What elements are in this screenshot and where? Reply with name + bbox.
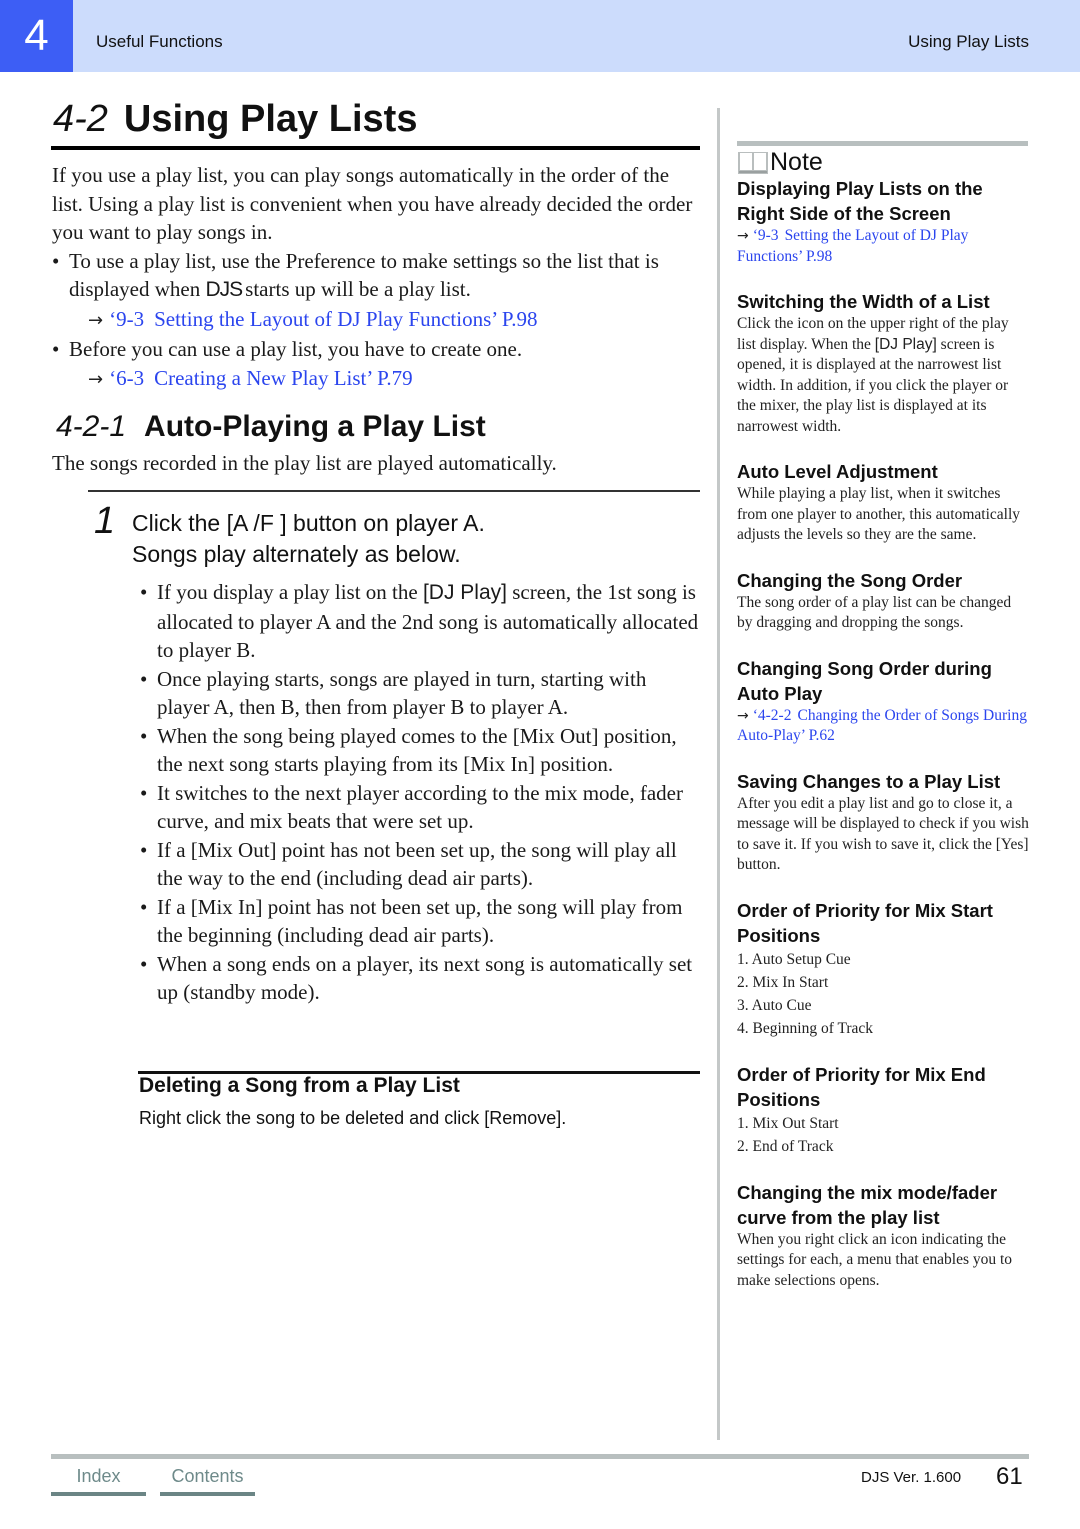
step-instruction: Click the [A /F ] button on player A. So… — [132, 508, 485, 570]
list-item: 1. Auto Setup Cue — [737, 950, 851, 968]
intro-bullet: Before you can use a play list, you have… — [52, 335, 702, 364]
open-book-icon — [738, 152, 768, 174]
list-item: If a [Mix Out] point has not been set up… — [140, 836, 702, 893]
note-heading: Displaying Play Lists on the Right Side … — [737, 178, 983, 224]
step-line: Songs play alternately as below. — [132, 541, 461, 567]
step-number: 1 — [94, 500, 116, 542]
list-item: Once playing starts, songs are played in… — [140, 665, 702, 722]
header-section-right: Using Play Lists — [908, 32, 1029, 51]
index-link[interactable]: Index — [51, 1466, 146, 1487]
note-section: Changing the mix mode/fader curve from t… — [737, 1180, 1029, 1292]
note-heading: Order of Priority for Mix Start Position… — [737, 899, 993, 946]
list-item: When a song ends on a player, its next s… — [140, 950, 702, 1007]
list-item: When the song being played comes to the … — [140, 722, 702, 779]
note-body: Click the icon on the upper right of the… — [737, 314, 1029, 437]
note-label: Note — [770, 148, 823, 176]
page-title-number: 4-2 — [53, 98, 108, 140]
subsection-description: The songs recorded in the play list are … — [52, 451, 557, 475]
ui-label: [DJ Play] — [422, 581, 507, 604]
note-section: Order of Priority for Mix Start Position… — [737, 898, 1029, 1040]
contents-tab-underline — [160, 1492, 255, 1496]
xref-text: Creating a New Play List’ P.79 — [154, 365, 413, 390]
arrow-right-icon: → — [88, 309, 104, 331]
list-item: It switches to the next player according… — [140, 779, 702, 836]
note-section: Saving Changes to a Play List After you … — [737, 769, 1029, 876]
note-section: Displaying Play Lists on the Right Side … — [737, 176, 1029, 267]
page-title: 4-2 Using Play Lists — [53, 98, 417, 141]
xref-text: Setting the Layout of DJ Play Functions’… — [154, 306, 538, 331]
note-heading: Saving Changes to a Play List — [737, 770, 1001, 792]
delete-section-title: Deleting a Song from a Play List — [139, 1074, 460, 1097]
note-section: Auto Level Adjustment While playing a pl… — [737, 459, 1029, 546]
list-item: 4. Beginning of Track — [737, 1019, 874, 1037]
arrow-right-icon: → — [737, 228, 749, 244]
note-body: After you edit a play list and go to clo… — [737, 794, 1029, 874]
intro-bullet: To use a play list, use the Preference t… — [52, 247, 702, 305]
note-section: Changing Song Order during Auto Play → ‘4… — [737, 656, 1029, 747]
ui-label: [DJ Play] — [874, 335, 937, 353]
app-name: DJS — [205, 278, 243, 301]
bullet-text: If you display a play list on the — [157, 580, 423, 604]
note-heading: Changing the Song Order — [737, 569, 963, 591]
xref-number: ‘9-3 — [752, 227, 779, 244]
priority-list: 1. Auto Setup Cue 2. Mix In Start 3. Aut… — [737, 948, 1029, 1040]
list-item: If you display a play list on the [DJ Pl… — [140, 578, 702, 665]
index-tab-underline — [51, 1492, 146, 1496]
subsection-number: 4-2-1 — [56, 410, 127, 443]
xref-link-layout[interactable]: → ‘9-3 Setting the Layout of DJ Play Funct… — [52, 305, 702, 336]
chapter-number-badge: 4 — [0, 0, 73, 72]
step-rule — [88, 490, 700, 492]
list-item: 3. Auto Cue — [737, 996, 812, 1014]
note-heading: Switching the Width of a List — [737, 291, 990, 312]
xref-number: ‘9-3 — [109, 306, 145, 331]
list-item: 2. Mix In Start — [737, 973, 829, 991]
note-header: Note — [737, 146, 1028, 176]
page-title-text: Using Play Lists — [123, 98, 418, 140]
arrow-right-icon: → — [737, 707, 749, 724]
bullet-text: starts up will be a play list. — [245, 277, 471, 301]
note-body: The song order of a play list can be cha… — [737, 593, 1012, 632]
note-body: When you right click an icon indicating … — [737, 1230, 1013, 1289]
intro-paragraph: If you use a play list, you can play son… — [52, 163, 693, 244]
version-label: DJS Ver. 1.600 — [861, 1469, 962, 1486]
note-body: While playing a play list, when it switc… — [737, 485, 1021, 543]
note-content: Displaying Play Lists on the Right Side … — [737, 176, 1029, 1291]
xref-number: ‘6-3 — [109, 365, 145, 390]
xref-link-change-order[interactable]: → ‘4-2-2 Changing the Order of Songs Durin… — [737, 706, 1029, 747]
note-heading: Changing Song Order during Auto Play — [737, 657, 992, 704]
note-heading: Order of Priority for Mix End Positions — [737, 1063, 986, 1110]
step-bullet-list: If you display a play list on the [DJ Pl… — [140, 578, 702, 1007]
priority-list: 1. Mix Out Start 2. End of Track — [737, 1112, 1029, 1158]
header-section-left: Useful Functions — [96, 32, 223, 51]
delete-section-text: Right click the song to be deleted and c… — [139, 1108, 567, 1128]
list-item: 2. End of Track — [737, 1137, 834, 1155]
footer-rule — [51, 1454, 1029, 1459]
xref-link-create-playlist[interactable]: → ‘6-3 Creating a New Play List’ P.79 — [52, 364, 702, 395]
subsection-title: 4-2-1 Auto-Playing a Play List — [56, 410, 486, 444]
xref-link-layout[interactable]: → ‘9-3 Setting the Layout of DJ Play Funct… — [737, 226, 1029, 267]
subsection-text: Auto-Playing a Play List — [144, 410, 486, 443]
note-heading: Changing the mix mode/fader curve from t… — [737, 1181, 998, 1228]
title-rule — [51, 146, 700, 150]
note-heading: Auto Level Adjustment — [737, 461, 938, 482]
arrow-right-icon: → — [88, 368, 104, 390]
list-item: If a [Mix In] point has not been set up,… — [140, 893, 702, 950]
contents-link[interactable]: Contents — [160, 1466, 255, 1487]
note-section: Switching the Width of a List Click the … — [737, 289, 1029, 437]
note-section: Order of Priority for Mix End Positions … — [737, 1062, 1029, 1158]
note-section: Changing the Song Order The song order o… — [737, 568, 1029, 634]
xref-number: ‘4-2-2 — [752, 706, 792, 724]
intro-block: If you use a play list, you can play son… — [52, 161, 702, 394]
column-divider — [717, 108, 720, 1440]
list-item: 1. Mix Out Start — [737, 1114, 839, 1132]
step-line: Click the [A /F ] button on player A. — [132, 510, 485, 536]
page-number: 61 — [996, 1463, 1023, 1490]
